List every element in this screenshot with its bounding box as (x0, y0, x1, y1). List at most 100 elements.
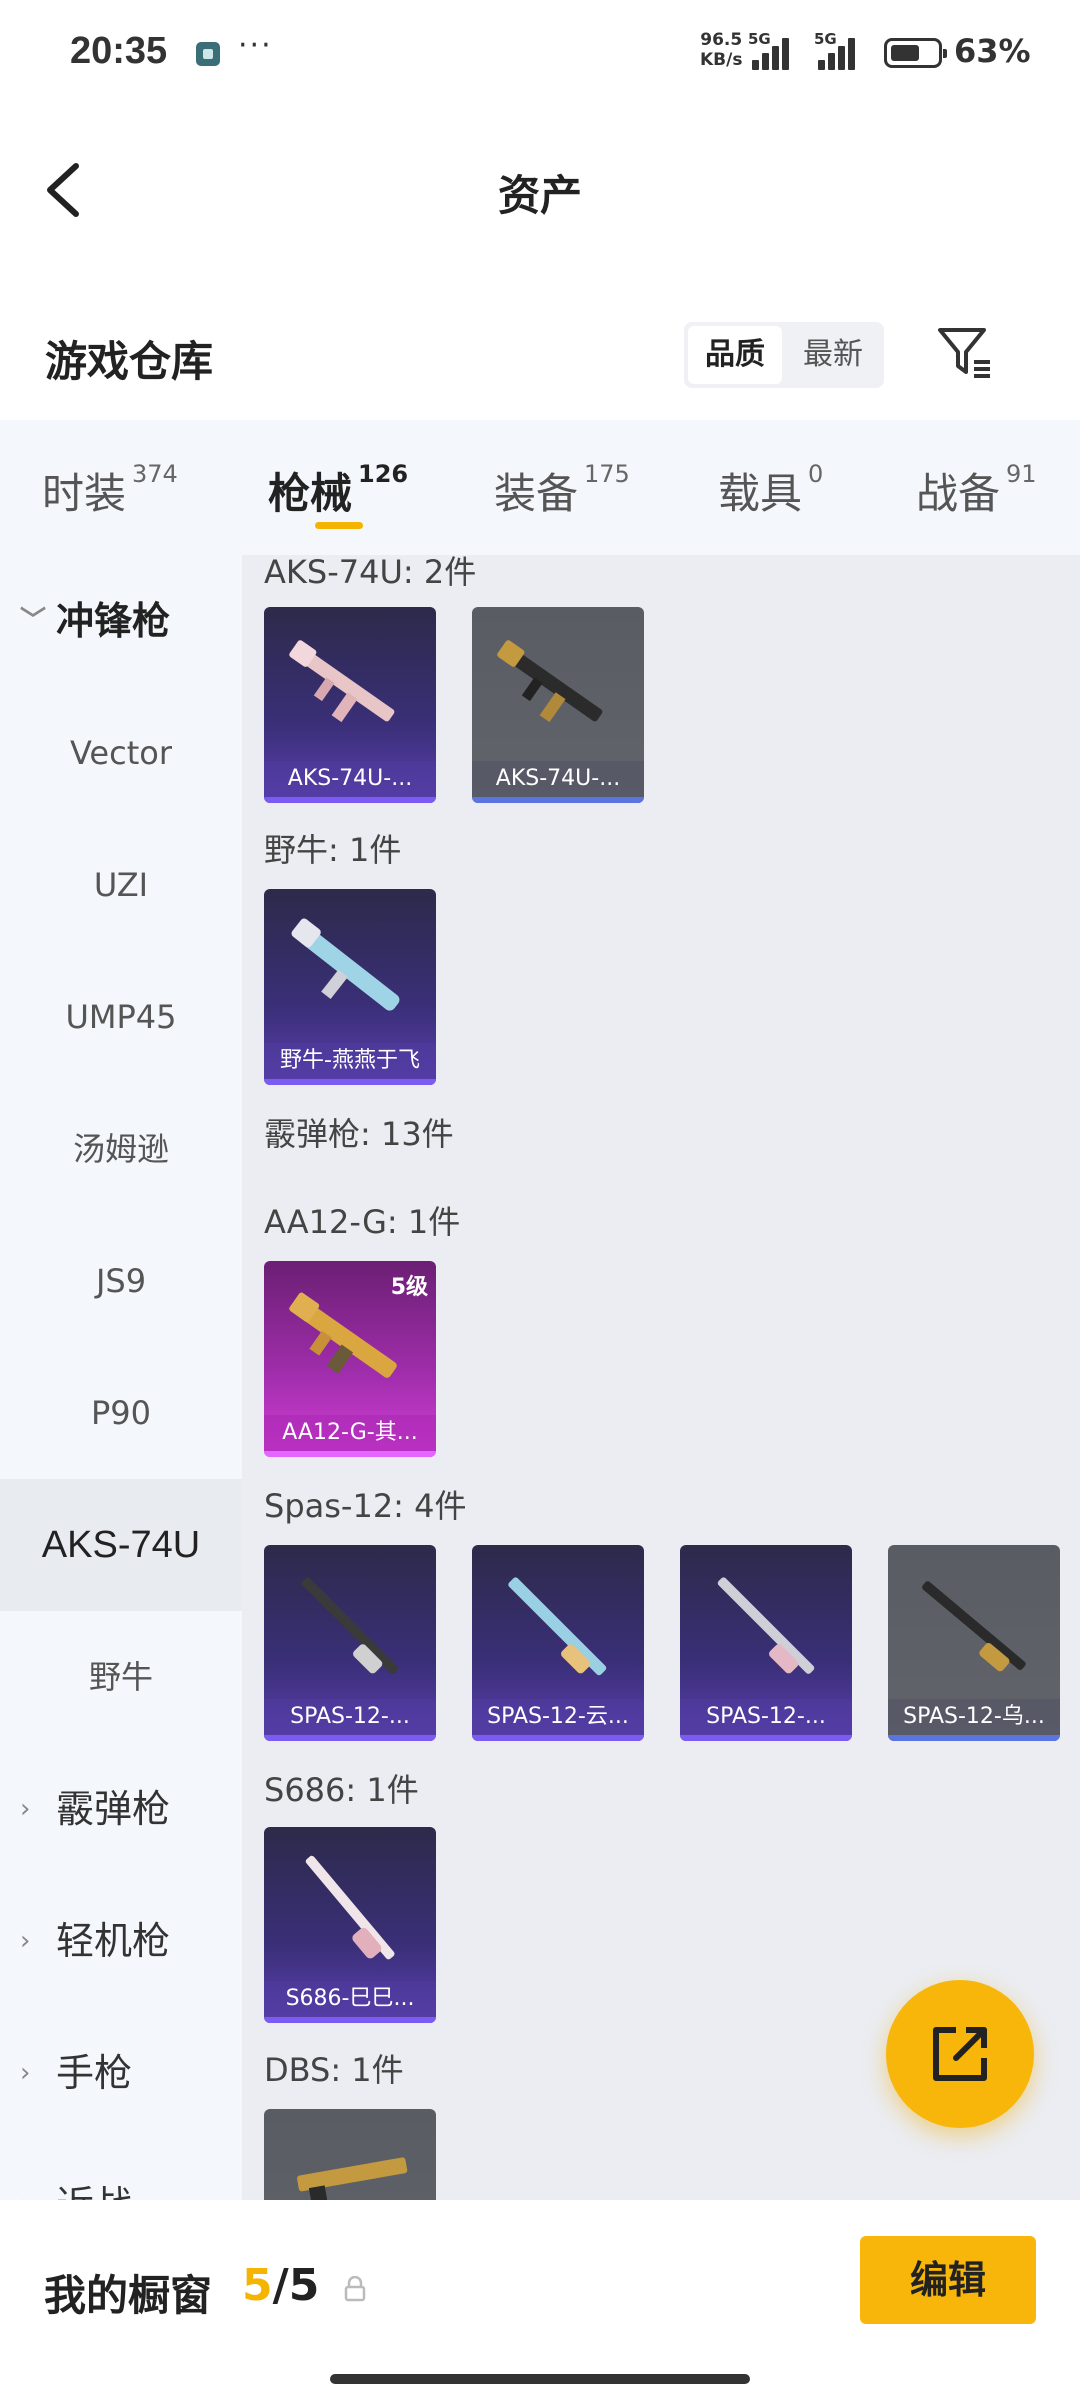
weapon-card-label: AA12-G-其... (264, 1415, 436, 1451)
showcase-total: 5 (288, 2260, 320, 2311)
weapon-card[interactable]: S686-巳巳... (264, 1827, 436, 2023)
sidebar-group-label: 轻机枪 (56, 1919, 171, 1963)
section-title-spas12: Spas-12: 4件 (264, 1487, 467, 1525)
tab-vehicles[interactable]: 载具 0 (718, 460, 823, 521)
rarity-bar (472, 797, 644, 803)
rifle-image (289, 640, 395, 723)
chevron-right-icon: › (20, 2139, 30, 2200)
warehouse-title: 游戏仓库 (45, 337, 214, 386)
tab-label: 装备 (494, 469, 579, 518)
sort-toggle: 品质 最新 (684, 322, 884, 388)
signal-sim1-icon: 5G (748, 30, 806, 70)
tab-count: 374 (132, 460, 178, 488)
sidebar-group-label: 霰弹枪 (56, 1787, 171, 1831)
weapon-card[interactable] (264, 2109, 436, 2200)
sidebar-group-label: 近战 (56, 2183, 132, 2200)
sidebar-item-vector[interactable]: Vector (0, 687, 242, 819)
sidebar-group-shotgun[interactable]: › 霰弹枪 (0, 1743, 242, 1875)
rarity-bar (264, 1735, 436, 1741)
section-title-aks74u: AKS-74U: 2件 (264, 555, 477, 591)
status-time: 20:35 (70, 30, 168, 72)
sidebar-item-uzi[interactable]: UZI (0, 819, 242, 951)
signal-sim2-icon: 5G (814, 30, 872, 70)
weapon-card[interactable]: AKS-74U-... (472, 607, 644, 803)
rarity-bar (888, 1735, 1060, 1741)
tab-firearms[interactable]: 枪械 126 (268, 460, 408, 521)
rifle-image (497, 640, 603, 723)
shotgun-image (301, 1577, 399, 1674)
tab-label: 枪械 (268, 469, 353, 518)
sim1-type: 5G (748, 30, 771, 48)
app-notification-icon (196, 42, 220, 66)
page-title: 资产 (497, 171, 582, 220)
weapon-card[interactable]: SPAS-12-云... (472, 1545, 644, 1741)
section-title-aa12: AA12-G: 1件 (264, 1203, 461, 1241)
sidebar-group-smg[interactable]: ﹀ 冲锋枪 (0, 555, 242, 687)
share-external-icon (933, 2027, 987, 2081)
rarity-bar (472, 1735, 644, 1741)
tab-count: 175 (584, 460, 630, 488)
sort-quality-option[interactable]: 品质 (688, 326, 782, 384)
section-title-bizon: 野牛: 1件 (264, 831, 402, 869)
edit-button[interactable]: 编辑 (860, 2236, 1036, 2324)
weapon-card[interactable]: SPAS-12-... (264, 1545, 436, 1741)
chevron-right-icon: › (20, 1794, 31, 1824)
sort-newest-option[interactable]: 最新 (786, 326, 880, 384)
battery-icon (884, 38, 947, 68)
section-title-s686: S686: 1件 (264, 1771, 419, 1809)
rarity-bar (264, 1451, 436, 1457)
showcase-label: 我的橱窗 (44, 2271, 213, 2320)
sidebar-item-p90[interactable]: P90 (0, 1347, 242, 1479)
tab-label: 载具 (718, 469, 803, 518)
section-title-dbs: DBS: 1件 (264, 2051, 404, 2089)
tab-equipment[interactable]: 装备 175 (494, 460, 630, 521)
rarity-bar (264, 797, 436, 803)
tab-fashion[interactable]: 时装 374 (42, 460, 178, 521)
weapon-card-label: AKS-74U-... (264, 761, 436, 797)
category-tabs: 时装 374 枪械 126 装备 175 载具 0 战备 91 (0, 420, 1080, 555)
share-fab-button[interactable] (886, 1980, 1034, 2128)
network-speed: 96.5 KB/s (700, 30, 742, 70)
sidebar-group-melee[interactable]: › 近战 (0, 2139, 242, 2200)
weapon-card[interactable]: 野牛-燕燕于飞 (264, 889, 436, 1085)
weapon-card-label: 野牛-燕燕于飞 (264, 1043, 436, 1079)
sidebar-item-bizon[interactable]: 野牛 (0, 1611, 242, 1743)
active-tab-indicator (315, 522, 363, 529)
shotgun-image (297, 2157, 408, 2200)
chevron-right-icon: › (20, 1926, 31, 1956)
shotgun-image (508, 1577, 607, 1676)
weapon-card-label: S686-巳巳... (264, 1981, 436, 2017)
shotgun-image (922, 1581, 1026, 1672)
showcase-used: 5 (242, 2260, 273, 2311)
tab-supplies[interactable]: 战备 91 (916, 460, 1037, 521)
sidebar-item-js9[interactable]: JS9 (0, 1215, 242, 1347)
weapon-card[interactable]: SPAS-12-... (680, 1545, 852, 1741)
rifle-image (291, 918, 400, 1011)
rarity-bar (680, 1735, 852, 1741)
filter-icon (938, 328, 990, 378)
showcase-bar: 我的橱窗 5/5 编辑 (0, 2200, 1080, 2400)
showcase-separator: / (272, 2260, 289, 2311)
more-notifications-icon: ··· (238, 28, 273, 63)
home-indicator[interactable] (330, 2374, 750, 2384)
weapon-card-label: SPAS-12-... (680, 1699, 852, 1735)
battery-fill (891, 45, 919, 61)
sidebar-group-pistol[interactable]: › 手枪 (0, 2007, 242, 2139)
battery-percent: 63% (954, 32, 1031, 70)
filter-button[interactable] (934, 322, 994, 382)
network-speed-unit: KB/s (700, 50, 743, 70)
weapon-card[interactable]: SPAS-12-乌... (888, 1545, 1060, 1741)
sidebar-item-aks74u[interactable]: AKS-74U (0, 1479, 242, 1611)
weapon-card-label: SPAS-12-乌... (888, 1699, 1060, 1735)
sim2-type: 5G (814, 30, 837, 48)
shotgun-image (717, 1577, 815, 1674)
sidebar-item-thompson[interactable]: 汤姆逊 (0, 1083, 242, 1215)
weapon-card[interactable]: 5级 AA12-G-其... (264, 1261, 436, 1457)
sidebar-group-lmg[interactable]: › 轻机枪 (0, 1875, 242, 2007)
sidebar-item-ump45[interactable]: UMP45 (0, 951, 242, 1083)
tab-count: 0 (808, 460, 824, 488)
weapon-card-label: SPAS-12-... (264, 1699, 436, 1735)
rarity-bar (264, 1079, 436, 1085)
weapon-card-label: AKS-74U-... (472, 761, 644, 797)
weapon-card[interactable]: AKS-74U-... (264, 607, 436, 803)
